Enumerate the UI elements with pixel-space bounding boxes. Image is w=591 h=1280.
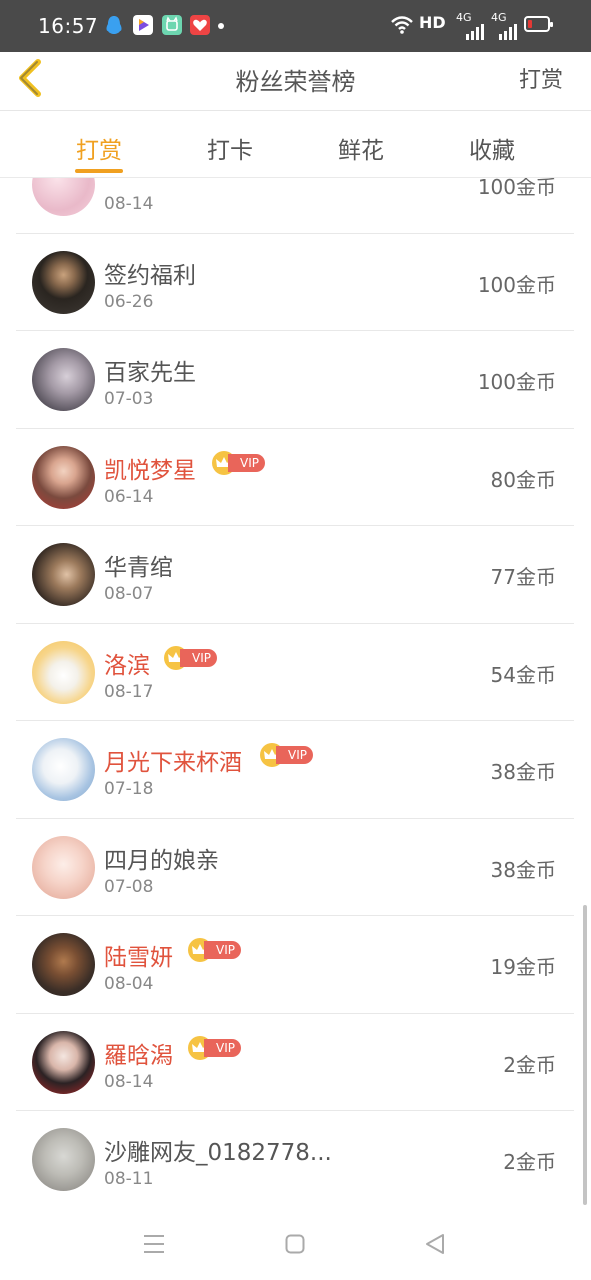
- avatar: [32, 348, 95, 411]
- video-app-icon: [133, 15, 153, 35]
- fan-date: 08-14: [104, 1071, 154, 1092]
- fan-date: 07-03: [104, 389, 154, 409]
- qq-app-icon: [104, 15, 124, 35]
- fan-name: 月光下来杯酒: [104, 750, 242, 776]
- fan-name: 洛滨: [104, 652, 150, 679]
- active-tab-indicator: [75, 169, 123, 173]
- fan-list[interactable]: 08-14 100金币 签约福利 06-26 100金币 百家先生 07-03 …: [16, 178, 574, 1208]
- avatar: [32, 933, 95, 996]
- fan-name: 凯悦梦星: [104, 457, 196, 484]
- avatar: [32, 835, 95, 899]
- page-title: 粉丝荣誉榜: [235, 68, 356, 96]
- signal-bars-2-icon: [499, 24, 517, 44]
- fan-amount: 38金币: [490, 857, 556, 882]
- list-item[interactable]: 羅晗潟 VIP 08-14 2金币: [16, 1014, 574, 1111]
- vip-label: VIP: [204, 1038, 241, 1057]
- fan-amount: 2金币: [503, 1052, 556, 1077]
- fan-date: 06-14: [104, 486, 154, 507]
- vip-label: VIP: [276, 746, 313, 764]
- signal-label-1: 4G: [456, 11, 472, 24]
- fan-amount: 2金币: [503, 1150, 556, 1174]
- fan-date: 08-07: [104, 584, 154, 604]
- home-square-icon[interactable]: [285, 1234, 305, 1258]
- fan-date: 06-26: [104, 291, 154, 312]
- tab-reward[interactable]: 打赏: [49, 131, 149, 165]
- vip-label: VIP: [204, 941, 241, 959]
- list-item[interactable]: 陆雪妍 VIP 08-04 19金币: [16, 916, 574, 1014]
- fan-amount: 100金币: [477, 272, 556, 297]
- vip-label: VIP: [228, 453, 265, 472]
- fan-name: 华青绾: [104, 555, 173, 581]
- hd-label: HD: [419, 13, 446, 32]
- wifi-icon: [390, 15, 414, 39]
- avatar: [32, 178, 95, 216]
- list-item[interactable]: 凯悦梦星 VIP 06-14 80金币: [16, 429, 574, 526]
- scrollbar[interactable]: [583, 905, 587, 1205]
- fan-amount: 19金币: [490, 955, 556, 979]
- signal-label-2: 4G: [491, 11, 507, 24]
- heart-app-icon: [190, 15, 210, 35]
- avatar: [32, 640, 95, 704]
- fan-date: 07-18: [104, 779, 154, 799]
- fan-date: 07-08: [104, 876, 154, 897]
- avatar: [32, 1128, 95, 1191]
- fan-date: 08-04: [104, 974, 154, 994]
- avatar: [32, 445, 95, 509]
- avatar: [32, 1030, 95, 1094]
- fan-amount: 54金币: [490, 662, 556, 687]
- fan-name: 签约福利: [104, 262, 196, 289]
- reward-button[interactable]: 打赏: [519, 62, 563, 94]
- signal-bars-1-icon: [466, 24, 484, 44]
- header-bar: 粉丝荣誉榜 打赏: [0, 52, 591, 111]
- tab-flowers[interactable]: 鲜花: [311, 131, 411, 165]
- cat-app-icon: [162, 15, 182, 35]
- fan-date: 08-14: [104, 194, 154, 214]
- list-item[interactable]: 洛滨 VIP 08-17 54金币: [16, 624, 574, 721]
- battery-icon: [524, 16, 553, 32]
- fan-amount: 38金币: [490, 760, 556, 784]
- tab-checkin[interactable]: 打卡: [180, 131, 280, 165]
- fan-name: 沙雕网友_0182778...: [104, 1140, 332, 1166]
- fan-amount: 77金币: [490, 565, 556, 589]
- avatar: [32, 543, 95, 606]
- tab-bar: 打赏 打卡 鲜花 收藏: [0, 111, 591, 178]
- menu-icon[interactable]: [143, 1234, 165, 1258]
- notification-dot: [218, 23, 224, 29]
- fan-amount: 80金币: [490, 467, 556, 492]
- status-time: 16:57: [38, 14, 99, 38]
- fan-date: 08-11: [104, 1169, 154, 1189]
- list-item[interactable]: 签约福利 06-26 100金币: [16, 234, 574, 331]
- fan-amount: 100金币: [477, 370, 556, 394]
- fan-name: 百家先生: [104, 360, 196, 386]
- list-item[interactable]: 百家先生 07-03 100金币: [16, 331, 574, 429]
- fan-amount: 100金币: [477, 178, 556, 199]
- system-nav-bar: [0, 1212, 591, 1280]
- avatar: [32, 738, 95, 801]
- list-item[interactable]: 月光下来杯酒 VIP 07-18 38金币: [16, 721, 574, 819]
- avatar: [32, 250, 95, 314]
- fan-name: 羅晗潟: [104, 1042, 173, 1069]
- back-triangle-icon[interactable]: [424, 1233, 446, 1259]
- list-item[interactable]: 四月的娘亲 07-08 38金币: [16, 819, 574, 916]
- list-item[interactable]: 沙雕网友_0182778... 08-11 2金币: [16, 1111, 574, 1208]
- fan-list-content: 08-14 100金币 签约福利 06-26 100金币 百家先生 07-03 …: [16, 178, 574, 1208]
- list-item[interactable]: 08-14 100金币: [16, 178, 574, 234]
- list-item[interactable]: 华青绾 08-07 77金币: [16, 526, 574, 624]
- fan-name: 陆雪妍: [104, 945, 173, 971]
- fan-name: 四月的娘亲: [104, 847, 219, 874]
- tab-favorites[interactable]: 收藏: [442, 131, 542, 165]
- vip-label: VIP: [180, 648, 217, 667]
- fan-date: 08-17: [104, 681, 154, 702]
- status-bar: 16:57 HD 4G 4G: [0, 0, 591, 52]
